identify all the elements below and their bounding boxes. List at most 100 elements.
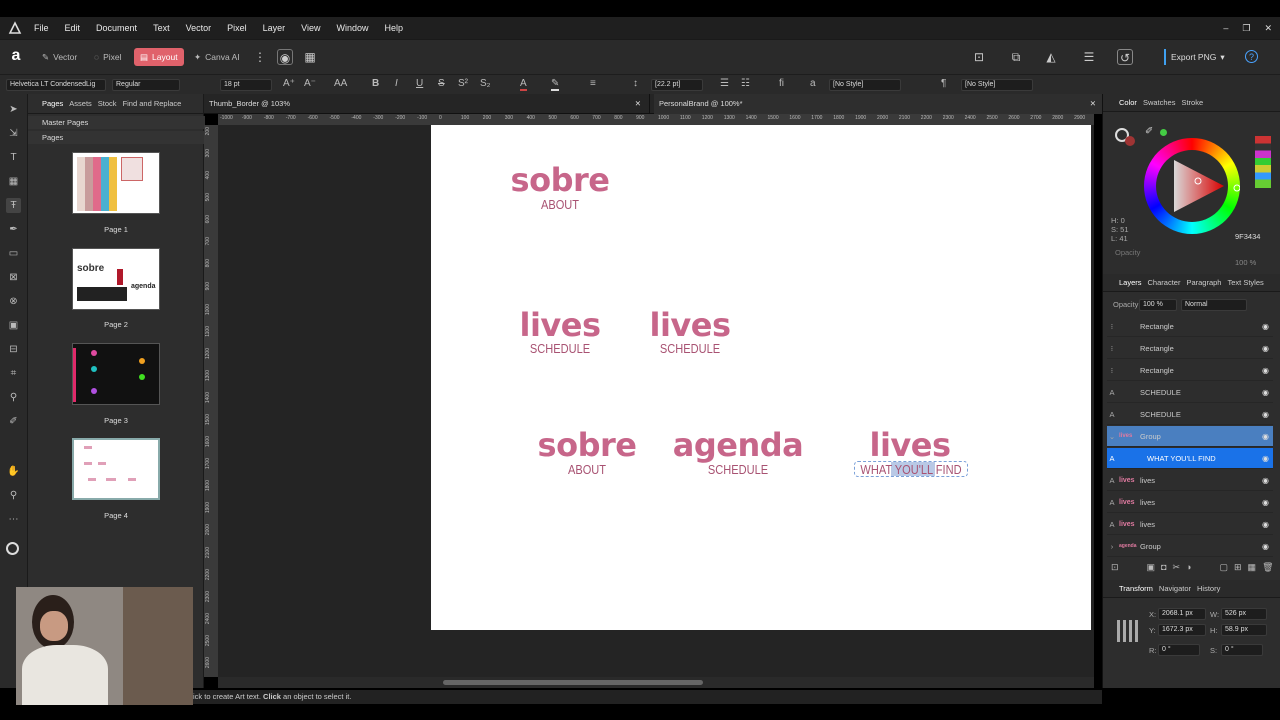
font-size-field[interactable]: 18 pt [220, 79, 272, 91]
layer-row[interactable]: Alives lives ◉ [1107, 514, 1273, 535]
align-left-icon[interactable]: ≡ [590, 78, 596, 89]
schedule-subtitle-3[interactable]: SCHEDULE [691, 462, 785, 477]
shear-field[interactable]: 0 ° [1221, 644, 1263, 656]
color-wheel[interactable] [1144, 138, 1240, 234]
about-subtitle-2[interactable]: ABOUT [538, 462, 637, 477]
persona-pixel[interactable]: ◌ Pixel [88, 48, 128, 66]
w-field[interactable]: 526 px [1221, 608, 1267, 620]
more-options-icon[interactable]: ⋮ [252, 49, 268, 65]
adjustment-icon[interactable]: ✂ [1173, 562, 1181, 573]
what-youll-find-subtitle[interactable]: WHAT YOU'LL FIND [856, 462, 967, 477]
more-tools-icon[interactable]: ⋯ [6, 512, 21, 527]
ellipse-frame-tool-icon[interactable]: ⊗ [6, 294, 21, 309]
opacity-value[interactable]: 100 % [1235, 258, 1256, 267]
menu-document[interactable]: Document [88, 23, 145, 33]
zoom-tool-icon[interactable]: ⚲ [6, 488, 21, 503]
layers-opacity-field[interactable]: 100 % [1139, 299, 1177, 311]
close-tab-icon[interactable]: ✕ [635, 94, 641, 114]
visibility-eye-icon[interactable]: ◉ [1262, 382, 1269, 403]
transparency-tool-icon[interactable]: ⌗ [6, 366, 21, 381]
doc-tab-thumb-border[interactable]: Thumb_Border @ 103% ✕ [204, 94, 650, 114]
color-triangle[interactable] [1144, 138, 1240, 234]
menu-view[interactable]: View [293, 23, 328, 33]
table-tool-icon[interactable]: ▦ [6, 174, 21, 189]
lives-word-3[interactable]: lives [860, 426, 960, 464]
blend-mode-field[interactable]: Normal [1181, 299, 1247, 311]
tab-navigator[interactable]: Navigator [1159, 584, 1191, 593]
schedule-subtitle-2[interactable]: SCHEDULE [643, 341, 737, 356]
text-frame-tool-icon[interactable]: T [6, 150, 21, 165]
layer-row[interactable]: Alives lives ◉ [1107, 470, 1273, 491]
sobre-word-2[interactable]: sobre [529, 426, 645, 464]
scrollbar-thumb[interactable] [443, 680, 703, 685]
artistic-text-tool-icon[interactable]: Ŧ [6, 198, 21, 213]
underline-icon[interactable]: U [416, 78, 423, 89]
visibility-eye-icon[interactable]: ◉ [1262, 514, 1269, 535]
lives-word-1[interactable]: lives [510, 306, 610, 344]
tab-paragraph[interactable]: Paragraph [1186, 278, 1221, 287]
menu-help[interactable]: Help [377, 23, 412, 33]
image-tool-icon[interactable]: ▣ [6, 318, 21, 333]
layer-row[interactable]: ⁝ Rectangle ◉ [1107, 316, 1273, 337]
menu-layer[interactable]: Layer [255, 23, 294, 33]
leading-field[interactable]: [22.2 pt] [651, 79, 703, 91]
align-icon[interactable]: ⧉ [1008, 49, 1024, 65]
recent-colors[interactable] [1255, 136, 1271, 188]
fx-icon[interactable]: ▣ [1147, 562, 1156, 573]
layer-row[interactable]: A SCHEDULE ◉ [1107, 404, 1273, 425]
master-pages-section[interactable]: Master Pages [28, 116, 205, 129]
close-icon[interactable]: ✕ [1264, 23, 1272, 34]
font-style-field[interactable]: Regular [112, 79, 180, 91]
live-filter-icon[interactable]: ◑ [1186, 562, 1191, 573]
color-swatch[interactable] [1125, 136, 1135, 146]
tab-assets[interactable]: Assets [69, 99, 92, 108]
all-caps-icon[interactable]: AA [334, 78, 347, 89]
layer-row-selected[interactable]: A WHAT YOU'LL FIND ◉ [1107, 448, 1273, 469]
add-layer-icon[interactable]: ⊡ [1111, 562, 1119, 573]
page-thumbnail-1[interactable] [72, 152, 160, 214]
x-field[interactable]: 2068.1 px [1158, 608, 1206, 620]
sobre-word-1[interactable]: sobre [502, 161, 618, 199]
help-icon[interactable]: ? [1245, 50, 1258, 63]
italic-icon[interactable]: I [395, 78, 398, 89]
tab-find-replace[interactable]: Find and Replace [123, 99, 182, 108]
pixel-layer-icon[interactable]: ▢ [1219, 562, 1228, 573]
menu-text[interactable]: Text [145, 23, 178, 33]
tab-stroke[interactable]: Stroke [1181, 98, 1203, 107]
tab-transform[interactable]: Transform [1119, 584, 1153, 593]
doc-tab-personal-brand[interactable]: PersonalBrand @ 100%* ✕ [654, 94, 1102, 114]
minimize-icon[interactable]: – [1223, 23, 1228, 33]
visibility-eye-icon[interactable]: ◉ [1262, 360, 1269, 381]
pilcrow-icon[interactable]: ¶ [941, 78, 946, 89]
text-color-icon[interactable]: A [520, 78, 527, 91]
tab-text-styles[interactable]: Text Styles [1227, 278, 1263, 287]
about-subtitle-1[interactable]: ABOUT [511, 197, 610, 212]
lives-word-2[interactable]: lives [640, 306, 740, 344]
layer-row[interactable]: Alives lives ◉ [1107, 492, 1273, 513]
node-tool-icon[interactable]: ⇲ [6, 126, 21, 141]
place-tool-icon[interactable]: ⊟ [6, 342, 21, 357]
schedule-subtitle-1[interactable]: SCHEDULE [513, 341, 607, 356]
frame-text-icon[interactable]: ◉ [277, 49, 293, 65]
close-tab-icon[interactable]: ✕ [1090, 94, 1096, 114]
strikethrough-icon[interactable]: S [438, 78, 445, 89]
tab-history[interactable]: History [1197, 584, 1220, 593]
delete-layer-icon[interactable]: 🗑 [1262, 562, 1273, 573]
persona-canva-ai[interactable]: ✦ Canva AI [188, 48, 246, 66]
hex-value[interactable]: 9F3434 [1235, 232, 1260, 241]
paragraph-style-field[interactable]: [No Style] [829, 79, 901, 91]
bold-icon[interactable]: B [372, 78, 379, 89]
persona-vector[interactable]: ✎ Vector [36, 48, 83, 66]
export-png-button[interactable]: Export PNG ▾ [1164, 49, 1225, 65]
menu-window[interactable]: Window [328, 23, 376, 33]
visibility-eye-icon[interactable]: ◉ [1262, 404, 1269, 425]
persona-layout[interactable]: ▤ Layout [134, 48, 184, 66]
h-field[interactable]: 58.9 px [1221, 624, 1267, 636]
layer-row[interactable]: ⁝ Rectangle ◉ [1107, 338, 1273, 359]
layer-row[interactable]: ⁝ Rectangle ◉ [1107, 360, 1273, 381]
menu-pixel[interactable]: Pixel [219, 23, 255, 33]
tab-swatches[interactable]: Swatches [1143, 98, 1176, 107]
hand-tool-icon[interactable]: ✋ [6, 464, 21, 479]
page-thumbnail-4[interactable] [72, 438, 160, 500]
layer-row-group-selected[interactable]: ⌄ lives Group ◉ [1107, 426, 1273, 447]
